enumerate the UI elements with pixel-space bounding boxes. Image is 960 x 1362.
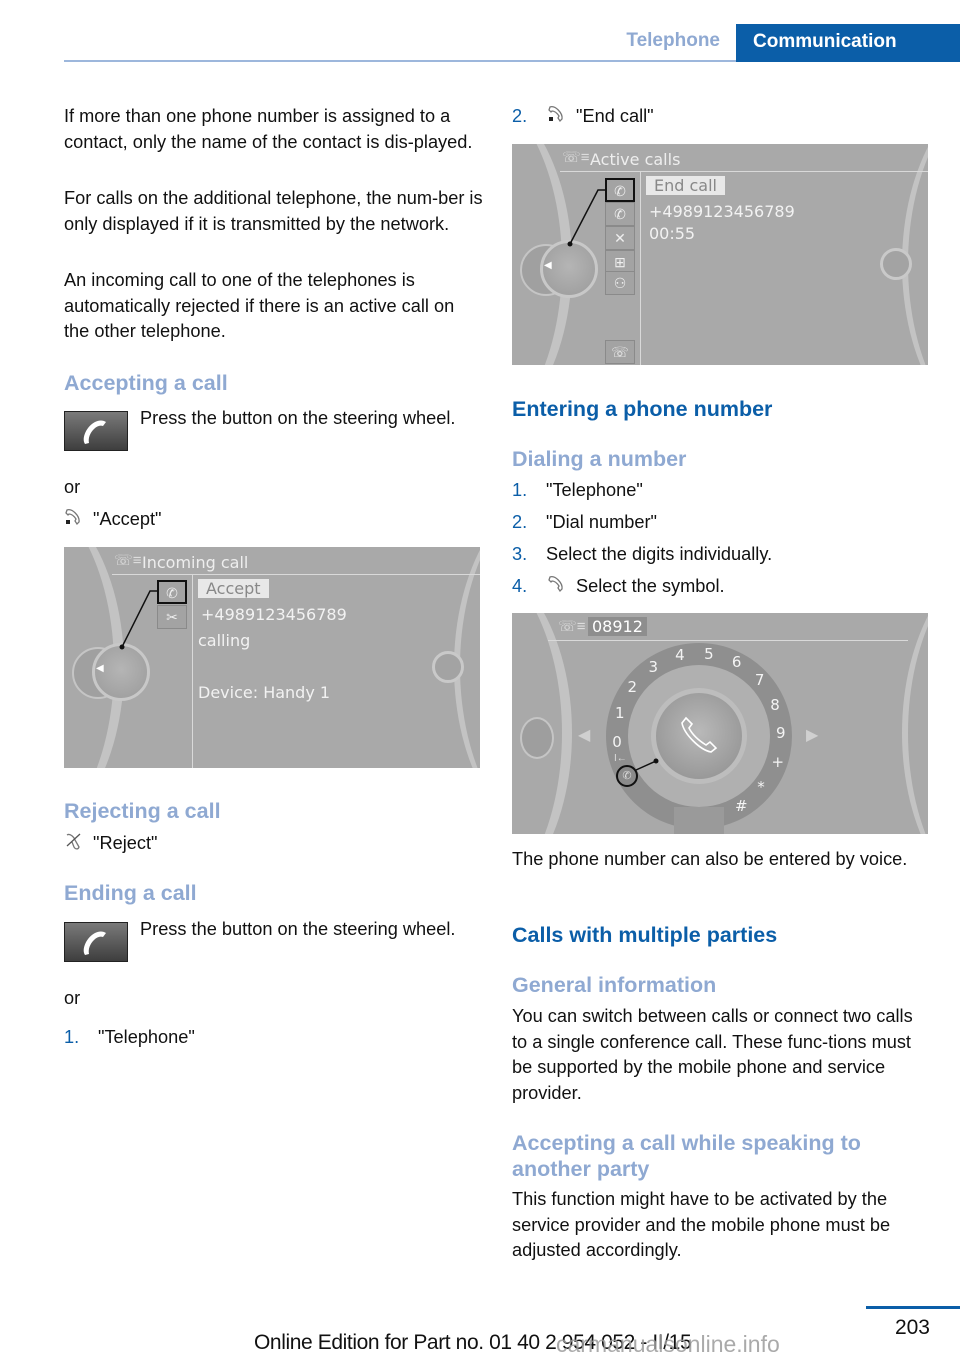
paragraph: An incoming call to one of the telephone… <box>64 270 455 341</box>
header-rule <box>64 60 736 62</box>
steering-wheel-phone-button-icon <box>64 922 128 962</box>
list-text: "Telephone" <box>98 1027 195 1047</box>
menu-item-label: "Accept" <box>93 509 162 529</box>
heading-dialing-a-number: Dialing a number <box>512 447 687 471</box>
list-number: 1. <box>512 480 528 500</box>
menu-item-label: "Reject" <box>93 833 158 853</box>
footer-rule <box>866 1306 960 1309</box>
menu-item-accept: "Accept" <box>64 507 484 534</box>
list-text: Select the symbol. <box>576 576 725 596</box>
heading-ending-a-call: Ending a call <box>64 881 197 905</box>
heading-rejecting-a-call: Rejecting a call <box>64 799 221 823</box>
paragraph: You can switch between calls or connect … <box>512 1006 913 1103</box>
watermark: carmanualsonline.info <box>556 1331 780 1357</box>
page-number: 203 <box>894 1316 930 1339</box>
menu-item-reject: "Reject" <box>64 831 484 858</box>
list-text: "Dial number" <box>546 512 657 532</box>
instruction-text: Press the button on the steering wheel. <box>140 408 456 428</box>
paragraph: If more than one phone number is assigne… <box>64 106 473 152</box>
paragraph: This function might have to be activated… <box>512 1189 891 1260</box>
incoming-call-screenshot: ☏≡ Incoming call ✆ ✂ Accept +49891234567… <box>64 547 480 768</box>
pointer-line <box>567 189 606 247</box>
active-calls-screenshot: ☏≡ Active calls ✆ ✆ ✕ ⊞ ⚇ ☏ End call +49… <box>512 144 928 365</box>
accept-call-icon <box>64 507 86 534</box>
list-number: 4. <box>512 576 528 596</box>
list-text: Select the digits individually. <box>546 544 773 564</box>
steering-wheel-phone-button-icon <box>64 411 128 451</box>
list-number: 2. <box>512 512 528 532</box>
or-text: or <box>64 988 81 1008</box>
pointer-line <box>635 758 659 771</box>
dial-number-screenshot: ☏≡ 08912 ◀ ▶ 0 1 2 3 4 5 6 7 8 9 + * # I← ✆ <box>512 613 928 834</box>
end-call-icon <box>547 104 569 131</box>
heading-accepting-a-call: Accepting a call <box>64 371 228 395</box>
or-text: or <box>64 477 81 497</box>
chapter-tab: Communication <box>736 24 960 62</box>
section-label: Telephone <box>626 30 720 51</box>
dial-call-icon <box>547 574 569 601</box>
instruction-text: Press the button on the steering wheel. <box>140 919 456 939</box>
pointer-line <box>119 590 158 650</box>
paragraph: For calls on the additional telephone, t… <box>64 188 483 234</box>
reject-call-icon <box>64 831 86 858</box>
heading-accepting-while-speaking: Accepting a call while speaking to anoth… <box>512 1131 861 1181</box>
heading-entering-a-phone-number: Entering a phone number <box>512 397 773 421</box>
list-text: "Telephone" <box>546 480 643 500</box>
list-text: "End call" <box>576 106 654 126</box>
list-number: 1. <box>64 1027 80 1047</box>
list-number: 3. <box>512 544 528 564</box>
heading-calls-with-multiple-parties: Calls with multiple parties <box>512 923 778 947</box>
heading-general-information: General information <box>512 973 717 997</box>
list-number: 2. <box>512 106 528 126</box>
paragraph: The phone number can also be entered by … <box>512 849 908 869</box>
